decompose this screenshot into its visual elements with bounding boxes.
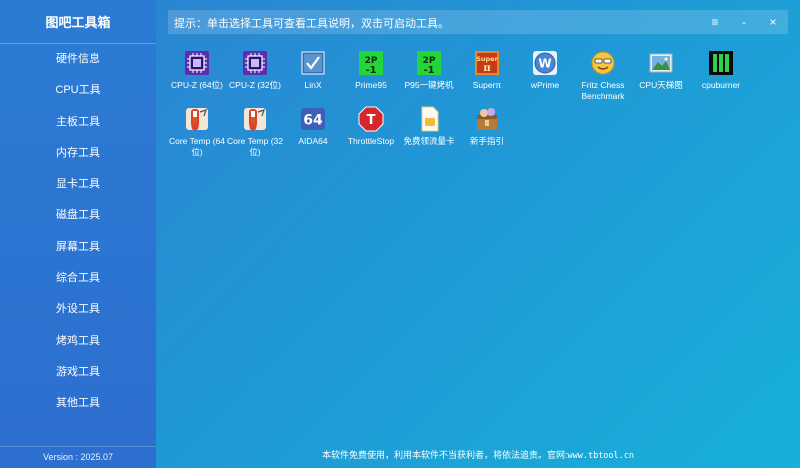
linx-icon [300, 50, 326, 76]
sidebar-item-gpu-tools[interactable]: 显卡工具 [0, 169, 156, 200]
cpuz-icon [242, 50, 268, 76]
svg-text:-1: -1 [423, 65, 434, 76]
superpi-icon: Super π [474, 50, 500, 76]
version-label: Version : 2025.07 [42, 452, 114, 462]
tool-label: wPrime [530, 80, 560, 90]
sidebar: 图吧工具箱 硬件信息 CPU工具 主板工具 内存工具 显卡工具 磁盘工具 屏幕工… [0, 0, 156, 468]
sidebar-item-stress-tools[interactable]: 烤鸡工具 [0, 326, 156, 357]
svg-text:64: 64 [303, 113, 323, 129]
tool-free-sim-card[interactable]: 免费领流量卡 [398, 106, 460, 147]
tool-label: CPU-Z (32位) [229, 80, 281, 90]
sidebar-item-general-tools[interactable]: 综合工具 [0, 263, 156, 294]
prime95-icon: 2P -1 [358, 50, 384, 76]
app-title: 图吧工具箱 [45, 15, 111, 30]
tool-prime95[interactable]: 2P -1 Prime95 [340, 50, 402, 91]
tool-label: Prime95 [355, 80, 387, 90]
sidebar-item-disk-tools[interactable]: 磁盘工具 [0, 200, 156, 231]
tool-beginner-guide[interactable]: 新手指引 [456, 106, 518, 147]
tool-label: Core Temp (32位) [226, 136, 284, 157]
tool-label: Fritz Chess Benchmark [581, 80, 625, 101]
tool-superpi[interactable]: Super π Superπ [456, 50, 518, 91]
wprime-icon: W [532, 50, 558, 76]
tool-label: P95一键烤机 [404, 80, 454, 90]
tool-label: 新手指引 [469, 136, 504, 146]
cpuburner-icon [708, 50, 734, 76]
tool-label: ThrottleStop [347, 136, 395, 146]
tool-coretemp-32[interactable]: Core Temp (32位) [224, 106, 286, 158]
sidebar-nav: 硬件信息 CPU工具 主板工具 内存工具 显卡工具 磁盘工具 屏幕工具 综合工具… [0, 44, 156, 420]
tool-label: Core Temp (64位) [168, 136, 226, 157]
tip-text: 提示：单击选择工具可查看工具说明，双击可启动工具。 [174, 18, 449, 30]
fritz-icon [590, 50, 616, 76]
tool-wprime[interactable]: W wPrime [514, 50, 576, 91]
website-link[interactable]: www.tbtool.cn [567, 451, 634, 461]
tool-cpuburner[interactable]: cpuburner [690, 50, 752, 91]
coretemp-icon [242, 106, 268, 132]
tool-label: Superπ [472, 80, 502, 90]
tool-label: LinX [304, 80, 322, 90]
sidebar-bottom-divider [0, 446, 156, 447]
cpu-ladder-icon [648, 50, 674, 76]
tool-linx[interactable]: LinX [282, 50, 344, 91]
sidebar-item-screen-tools[interactable]: 屏幕工具 [0, 232, 156, 263]
tool-label: AIDA64 [298, 136, 328, 146]
sidebar-item-hardware-info[interactable]: 硬件信息 [0, 44, 156, 75]
svg-text:-1: -1 [365, 65, 376, 76]
sidebar-item-other-tools[interactable]: 其他工具 [0, 388, 156, 419]
tool-throttlestop[interactable]: T ThrottleStop [340, 106, 402, 147]
sim-card-icon [416, 106, 442, 132]
throttlestop-icon: T [358, 106, 384, 132]
prime95-icon: 2P -1 [416, 50, 442, 76]
sidebar-item-cpu-tools[interactable]: CPU工具 [0, 75, 156, 106]
tool-label: 免费领流量卡 [403, 136, 455, 146]
footer-notice: 本软件免费使用，利用本软件不当获利者，将依法追责。官网:www.tbtool.c… [156, 448, 800, 461]
sidebar-item-peripheral-tools[interactable]: 外设工具 [0, 294, 156, 325]
tool-label: CPU天梯图 [639, 80, 683, 90]
sidebar-item-motherboard-tools[interactable]: 主板工具 [0, 107, 156, 138]
guide-icon [474, 106, 500, 132]
tool-fritz-chess[interactable]: Fritz Chess Benchmark [572, 50, 634, 102]
svg-text:Super: Super [476, 55, 498, 63]
tool-cpuz-64[interactable]: CPU-Z (64位) [166, 50, 228, 91]
sidebar-item-game-tools[interactable]: 游戏工具 [0, 357, 156, 388]
sidebar-item-memory-tools[interactable]: 内存工具 [0, 138, 156, 169]
cpuz-icon [184, 50, 210, 76]
close-button[interactable]: × [762, 12, 784, 32]
minimize-button[interactable]: - [733, 12, 755, 32]
footer-text: 本软件免费使用，利用本软件不当获利者，将依法追责。官网: [321, 450, 568, 460]
tip-bar: 提示：单击选择工具可查看工具说明，双击可启动工具。 ≡ - × [168, 10, 788, 34]
tool-coretemp-64[interactable]: Core Temp (64位) [166, 106, 228, 158]
svg-text:π: π [483, 63, 490, 74]
aida64-icon: 64 [300, 106, 326, 132]
coretemp-icon [184, 106, 210, 132]
tool-label: cpuburner [701, 80, 741, 90]
tool-p95-burnin[interactable]: 2P -1 P95一键烤机 [398, 50, 460, 91]
tool-label: CPU-Z (64位) [171, 80, 223, 90]
tool-aida64[interactable]: 64 AIDA64 [282, 106, 344, 147]
svg-text:T: T [367, 113, 376, 128]
svg-text:W: W [538, 57, 551, 71]
menu-button[interactable]: ≡ [704, 12, 726, 32]
tool-cpu-ladder[interactable]: CPU天梯图 [630, 50, 692, 91]
tool-cpuz-32[interactable]: CPU-Z (32位) [224, 50, 286, 91]
